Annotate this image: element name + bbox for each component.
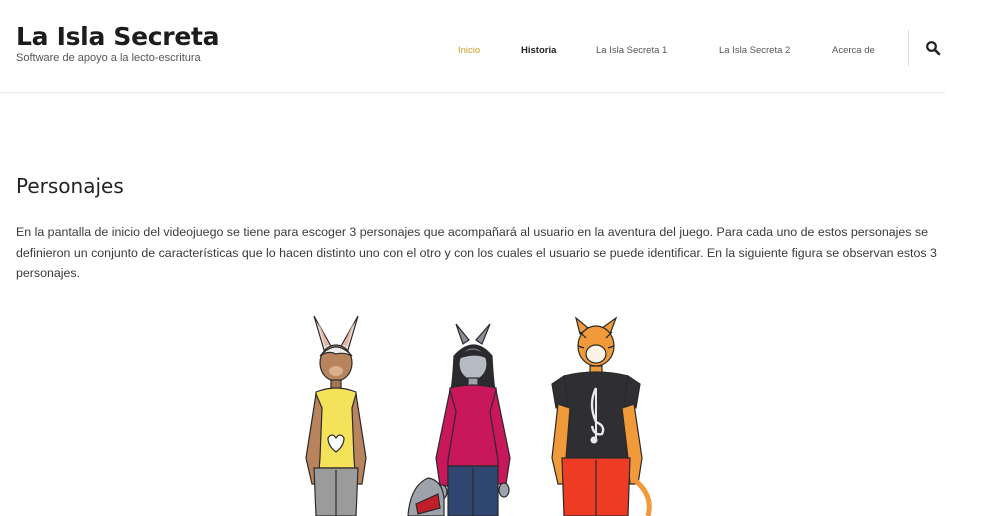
site-title[interactable]: La Isla Secreta [16,22,220,52]
nav-item-acerca-de[interactable]: Acerca de [832,45,875,56]
header-divider [908,30,909,66]
page-paragraph: En la pantalla de inicio del videojuego … [16,225,937,280]
nav-item-isla-secreta-1[interactable]: La Isla Secreta 1 [596,45,667,56]
search-button[interactable] [925,40,941,56]
nav-item-historia[interactable]: Historia [521,45,556,56]
nav-item-inicio[interactable]: Inicio [458,45,480,56]
character-tiger [551,316,652,516]
characters-figure [276,308,676,516]
characters-illustration [305,315,652,516]
search-icon [926,41,941,56]
character-rabbit [305,315,367,516]
page-title: Personajes [16,174,124,198]
nav-item-isla-secreta-2[interactable]: La Isla Secreta 2 [719,45,790,56]
site-description: Software de apoyo a la lecto-escritura [16,52,201,64]
character-wolf [407,323,511,516]
site-header: La Isla Secreta Software de apoyo a la l… [0,0,945,93]
site-branding: La Isla Secreta Software de apoyo a la l… [16,22,220,65]
